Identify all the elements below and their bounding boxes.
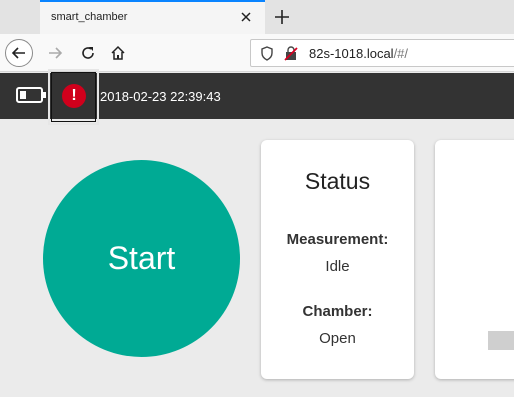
url-path: /#/ [393, 46, 409, 61]
chamber-label: Chamber: [302, 303, 373, 320]
home-icon [111, 45, 125, 60]
browser-tab[interactable]: smart_chamber [40, 0, 265, 34]
measurement-label: Measurement: [286, 231, 389, 248]
url-bar[interactable]: 82s-1018.local/#/ [250, 39, 514, 67]
chamber-value: Open [319, 330, 356, 347]
home-button[interactable] [104, 39, 132, 67]
tab-bar: smart_chamber [0, 0, 514, 34]
back-arrow-icon [11, 47, 25, 59]
measurement-value: Idle [325, 258, 350, 275]
status-title: Status [304, 168, 371, 194]
status-card: Status Measurement: Idle Chamber: Open [261, 140, 414, 379]
secondary-card [435, 140, 514, 379]
battery-icon [16, 87, 46, 103]
start-label: Start [107, 240, 176, 276]
url-host: 82s-1018.local [309, 46, 394, 61]
alert-icon[interactable]: ! [62, 84, 86, 108]
navigation-bar: 82s-1018.local/#/ [0, 34, 514, 72]
reload-button[interactable] [74, 39, 102, 67]
tab-title: smart_chamber [51, 11, 128, 23]
reload-icon [82, 47, 94, 59]
datetime: 2018-02-23 22:39:43 [100, 89, 221, 104]
start-button[interactable]: Start [43, 160, 240, 357]
close-icon[interactable] [239, 10, 253, 24]
placeholder-block [488, 331, 514, 350]
shield-icon[interactable] [260, 46, 274, 61]
back-button[interactable] [5, 39, 33, 67]
forward-button[interactable] [41, 39, 69, 67]
plus-icon[interactable] [272, 7, 292, 27]
insecure-lock-icon[interactable] [284, 46, 298, 61]
forward-arrow-icon [49, 47, 63, 59]
url-text[interactable]: 82s-1018.local/#/ [309, 46, 408, 61]
